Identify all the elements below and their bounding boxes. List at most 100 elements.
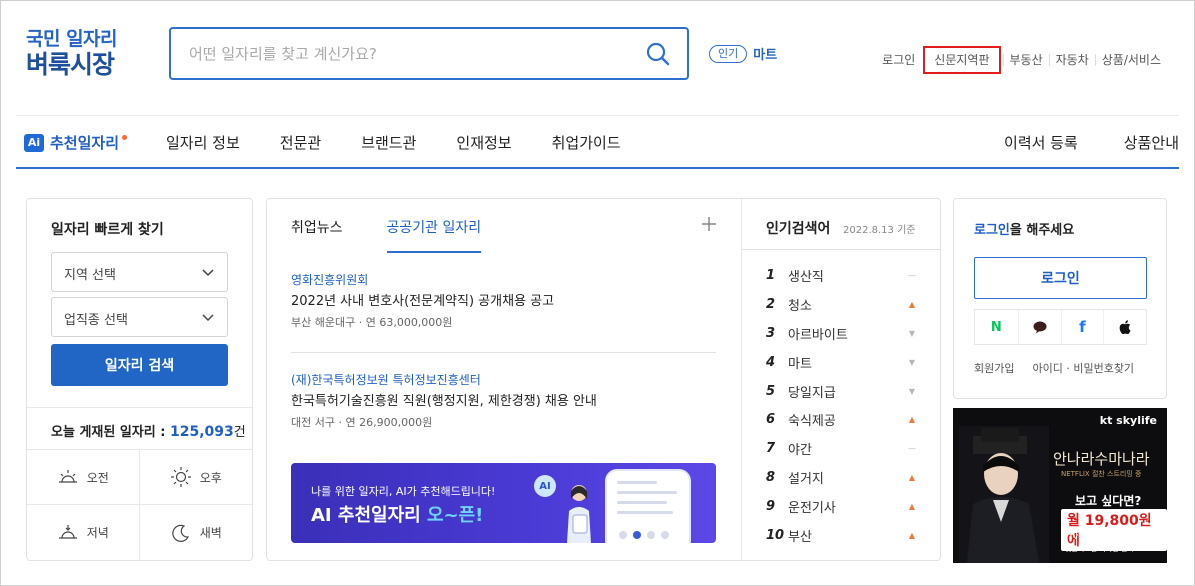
search-icon[interactable] xyxy=(645,41,671,67)
news-meta: 부산 해운대구 · 연 63,000,000원 xyxy=(291,316,453,329)
login-button[interactable]: 로그인 xyxy=(974,257,1147,299)
ranking-number: 2 xyxy=(766,296,776,312)
ranking-number: 9 xyxy=(766,499,776,515)
ranking-number: 10 xyxy=(766,527,785,543)
today-count: 오늘 게재된 일자리 : 125,093건 xyxy=(27,407,252,440)
signup-link[interactable]: 회원가입 xyxy=(974,360,1014,376)
quick-search-panel: 일자리 빠르게 찾기 지역 선택 업직종 선택 일자리 검색 오늘 게재된 일자… xyxy=(26,198,253,561)
popular-keyword[interactable]: 인기 마트 xyxy=(709,44,777,63)
kakao-icon[interactable] xyxy=(1017,310,1061,344)
link-newspaper-region[interactable]: 신문지역판 xyxy=(923,46,1001,74)
find-account-link[interactable]: 아이디 · 비밀번호찾기 xyxy=(1032,360,1134,376)
ranking-item[interactable]: 2 청소 ▲ xyxy=(766,290,916,319)
divider xyxy=(742,249,940,250)
ranking-keyword[interactable]: 청소 xyxy=(788,295,908,314)
ranking-keyword[interactable]: 당일지급 xyxy=(788,382,908,401)
site-logo[interactable]: 국민 일자리 벼룩시장 xyxy=(26,27,136,79)
time-morning-label: 오전 xyxy=(86,470,109,485)
news-item[interactable]: 영화진흥위원회 2022년 사내 변호사(전문계약직) 공개채용 공고 부산 해… xyxy=(291,271,716,332)
ranking-keyword[interactable]: 숙식제공 xyxy=(788,410,908,429)
ranking-item[interactable]: 9 운전기사 ▲ xyxy=(766,492,916,521)
ranking-item[interactable]: 7 야간 — xyxy=(766,434,916,463)
ranking-keyword[interactable]: 아르바이트 xyxy=(788,324,908,343)
nav-brand[interactable]: 브랜드관 xyxy=(361,132,416,153)
search-box xyxy=(169,27,689,80)
account-links: 회원가입 아이디 · 비밀번호찾기 xyxy=(974,360,1134,376)
news-meta: 대전 서구 · 연 26,900,000원 xyxy=(291,416,433,429)
ranking-date: 2022.8.13 기준 xyxy=(843,225,916,236)
time-evening[interactable]: 저녁 xyxy=(27,505,140,560)
region-select-label: 지역 선택 xyxy=(64,268,116,283)
link-real-estate[interactable]: 부동산 xyxy=(1002,54,1049,66)
login-panel: 로그인을 해주세요 로그인 N f 회원가입 아이디 · 비밀번호찾기 xyxy=(953,198,1167,399)
ranking-keyword[interactable]: 운전기사 xyxy=(788,497,908,516)
job-search-button[interactable]: 일자리 검색 xyxy=(51,344,228,386)
ranking-keyword[interactable]: 야간 xyxy=(788,439,908,458)
phone-dot xyxy=(661,531,669,539)
ranking-keyword[interactable]: 마트 xyxy=(788,353,908,372)
divider xyxy=(291,352,716,353)
phone-line xyxy=(617,481,657,484)
job-type-select[interactable]: 업직종 선택 xyxy=(51,297,228,337)
news-item[interactable]: (재)한국특허정보원 특허정보진흥센터 한국특허기술진흥원 직원(행정지원, 제… xyxy=(291,371,716,432)
nav-guide[interactable]: 취업가이드 xyxy=(552,132,621,153)
ad-figure-illustration xyxy=(959,426,1049,563)
tab-job-news[interactable]: 취업뉴스 xyxy=(291,217,343,253)
plus-icon[interactable] xyxy=(700,215,718,233)
link-car[interactable]: 자동차 xyxy=(1048,54,1095,66)
ranking-item[interactable]: 3 아르바이트 ▼ xyxy=(766,319,916,348)
today-number: 125,093 xyxy=(170,424,234,440)
ranking-keyword[interactable]: 설거지 xyxy=(788,468,908,487)
nav-resume[interactable]: 이력서 등록 xyxy=(1004,132,1078,153)
time-filter-grid: 오전 오후 저녁 새벽 xyxy=(27,449,252,560)
nav-talent[interactable]: 인재정보 xyxy=(456,132,511,153)
search-input[interactable] xyxy=(189,41,629,67)
ranking-number: 5 xyxy=(766,383,776,399)
nav-product-info[interactable]: 상품안내 xyxy=(1124,132,1179,153)
tab-public-jobs[interactable]: 공공기관 일자리 xyxy=(386,217,482,253)
trend-up-icon: ▲ xyxy=(908,473,916,483)
nav-specialty[interactable]: 전문관 xyxy=(280,132,321,153)
main-nav: Ai 추천일자리 일자리 정보 전문관 브랜드관 인재정보 취업가이드 이력서 … xyxy=(16,115,1179,169)
ranking-item[interactable]: 1 생산직 — xyxy=(766,261,916,290)
popular-keyword-text[interactable]: 마트 xyxy=(753,44,777,63)
social-login: N f xyxy=(974,309,1147,345)
advertisement-banner[interactable]: kt skylife 안나라수마나라 NETFLIX 절찬 스트리밍 중 보고 … xyxy=(953,408,1167,563)
nav-job-info[interactable]: 일자리 정보 xyxy=(166,132,240,153)
ai-badge: Ai xyxy=(24,133,44,152)
nav-ai-label: 추천일자리 xyxy=(50,134,120,152)
sun-icon xyxy=(170,467,191,487)
link-login[interactable]: 로그인 xyxy=(876,54,921,66)
ranking-keyword[interactable]: 생산직 xyxy=(788,266,908,285)
ranking-item[interactable]: 6 숙식제공 ▲ xyxy=(766,405,916,434)
time-dawn[interactable]: 새벽 xyxy=(140,505,253,560)
ranking-item[interactable]: 5 당일지급 ▼ xyxy=(766,377,916,406)
trend-down-icon: ▼ xyxy=(908,357,916,367)
time-afternoon-label: 오후 xyxy=(199,470,222,485)
banner-line2-a: AI 추천일자리 xyxy=(311,505,427,526)
ranking-item[interactable]: 10 부산 ▲ xyxy=(766,521,916,550)
link-goods-service[interactable]: 상품/서비스 xyxy=(1094,54,1167,66)
login-prompt: 로그인을 해주세요 xyxy=(974,219,1074,238)
login-prompt-link[interactable]: 로그인 xyxy=(974,223,1010,238)
ranking-item[interactable]: 4 마트 ▼ xyxy=(766,348,916,377)
ranking-item[interactable]: 8 설거지 ▲ xyxy=(766,463,916,492)
apple-icon[interactable] xyxy=(1103,310,1146,344)
time-afternoon[interactable]: 오후 xyxy=(139,450,252,505)
nav-ai-recommend[interactable]: Ai 추천일자리 xyxy=(24,132,128,153)
chevron-down-icon xyxy=(202,314,214,322)
ranking-keyword[interactable]: 부산 xyxy=(788,526,908,545)
news-title[interactable]: 2022년 사내 변호사(전문계약직) 공개채용 공고 xyxy=(291,291,716,313)
banner-line2-b: 오~픈! xyxy=(426,505,484,526)
news-title[interactable]: 한국특허기술진흥원 직원(행정지원, 제한경쟁) 채용 안내 xyxy=(291,391,716,413)
region-select[interactable]: 지역 선택 xyxy=(51,252,228,292)
phone-mockup xyxy=(607,471,689,543)
ranking-number: 4 xyxy=(766,354,776,370)
naver-icon[interactable]: N xyxy=(975,310,1018,344)
login-prompt-text: 을 해주세요 xyxy=(1009,223,1075,238)
time-morning[interactable]: 오전 xyxy=(27,450,140,505)
kakao-bubble-icon xyxy=(1033,321,1047,333)
trend-up-icon: ▲ xyxy=(908,530,916,540)
facebook-icon[interactable]: f xyxy=(1060,310,1104,344)
ai-recommend-banner[interactable]: 나를 위한 일자리, AI가 추천해드립니다! AI 추천일자리 오~픈! AI xyxy=(291,463,716,543)
